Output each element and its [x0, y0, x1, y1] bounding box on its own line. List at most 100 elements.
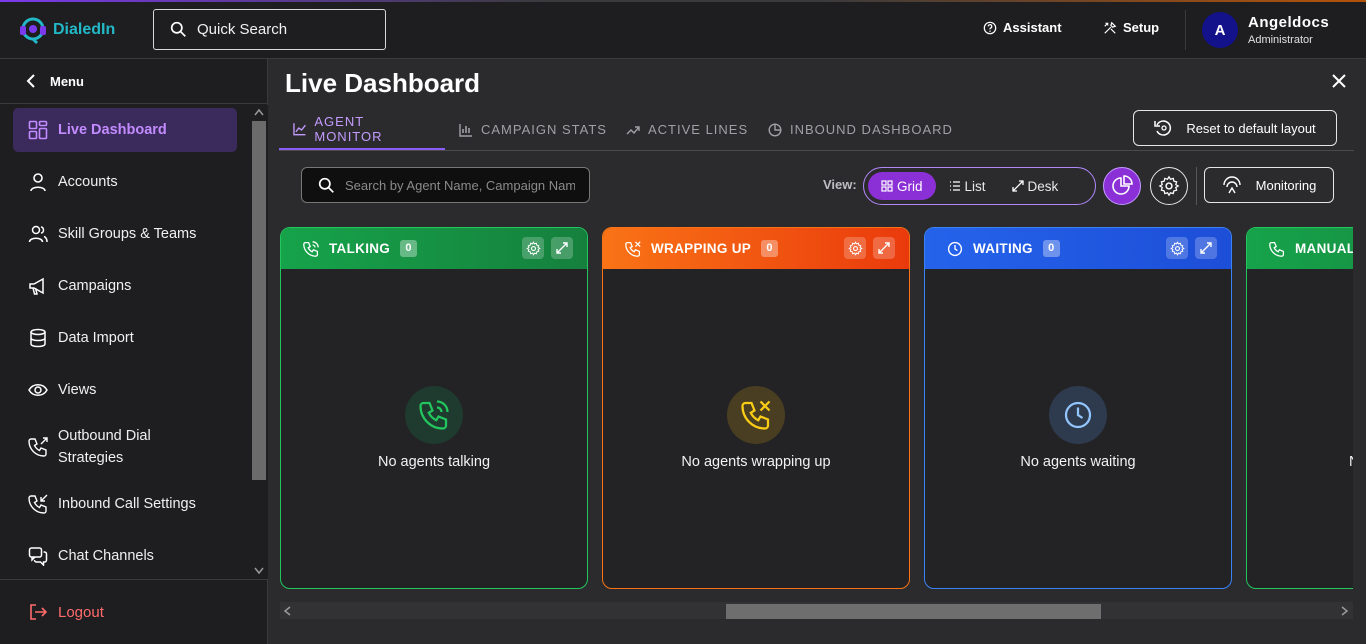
trend-icon — [626, 125, 640, 134]
phone-off-icon — [741, 400, 771, 430]
card-expand-button[interactable] — [551, 237, 573, 259]
grid-icon — [881, 180, 893, 192]
phone-outgoing-icon — [28, 437, 48, 457]
tab-inbound-dashboard[interactable]: INBOUND DASHBOARD — [754, 109, 967, 150]
tab-label: ACTIVE LINES — [648, 122, 749, 137]
search-icon — [170, 21, 186, 37]
sidebar-item-data-import[interactable]: Data Import — [13, 316, 237, 360]
card-expand-button[interactable] — [873, 237, 895, 259]
phone-off-icon — [625, 240, 641, 257]
gear-icon — [1169, 240, 1185, 256]
phone-icon — [419, 400, 449, 430]
count-badge: 0 — [400, 240, 418, 257]
menu-label: Menu — [50, 73, 84, 89]
dashboard-settings-button[interactable] — [1150, 167, 1188, 205]
view-list-button[interactable]: List — [936, 172, 999, 200]
sidebar-item-label: Chat Channels — [58, 548, 154, 564]
bar-chart-icon — [459, 123, 472, 137]
monitoring-button[interactable]: Monitoring — [1204, 167, 1334, 203]
view-option-label: Desk — [1027, 178, 1059, 194]
card-title: MANUAL — [1295, 241, 1353, 256]
search-icon — [318, 177, 334, 193]
scroll-right-icon[interactable] — [1341, 606, 1349, 616]
tab-label: AGENT MONITOR — [314, 113, 383, 144]
reset-layout-button[interactable]: Reset to default layout — [1133, 110, 1337, 146]
scroll-up-icon[interactable] — [254, 108, 264, 116]
manual-card: MANUAL N — [1246, 227, 1353, 589]
sidebar-item-outbound-dial-strategies[interactable]: Outbound Dial Strategies — [13, 420, 237, 474]
main-panel: Live Dashboard AGENT MONITOR CAMPAIGN ST… — [269, 60, 1366, 644]
quick-search[interactable]: Quick Search — [153, 9, 386, 50]
empty-state-icon — [1049, 386, 1107, 444]
sidebar-item-views[interactable]: Views — [13, 368, 237, 412]
tab-label: CAMPAIGN STATS — [481, 122, 607, 137]
sidebar-item-live-dashboard[interactable]: Live Dashboard — [13, 108, 237, 152]
status-cards: TALKING 0 No agents talking WRAPPING UP … — [280, 227, 1353, 590]
scroll-left-icon[interactable] — [283, 606, 291, 616]
agent-search[interactable] — [301, 167, 590, 203]
logout-icon — [30, 604, 48, 620]
sidebar-scroll-thumb[interactable] — [252, 121, 266, 480]
sidebar-nav: Live Dashboard Accounts Skill Groups & T… — [0, 105, 250, 580]
agent-search-input[interactable] — [345, 177, 575, 193]
tab-agent-monitor[interactable]: AGENT MONITOR — [279, 109, 445, 150]
eye-icon — [28, 384, 48, 396]
card-settings-button[interactable] — [522, 237, 544, 259]
sidebar-item-label: Inbound Call Settings — [58, 496, 196, 512]
maximize-icon — [1200, 242, 1212, 254]
setup-label: Setup — [1123, 20, 1160, 35]
user-name: Angeldocs — [1248, 14, 1330, 31]
menu-toggle[interactable]: Menu — [0, 59, 267, 104]
empty-state: N — [1247, 386, 1353, 470]
sidebar-item-label: Campaigns — [58, 278, 132, 294]
setup-button[interactable]: Setup — [1103, 20, 1159, 35]
empty-state: No agents waiting — [925, 386, 1231, 470]
avatar: A — [1202, 12, 1238, 48]
sidebar-item-inbound-call-settings[interactable]: Inbound Call Settings — [13, 482, 237, 526]
card-settings-button[interactable] — [844, 237, 866, 259]
sidebar-scrollbar[interactable] — [250, 105, 268, 580]
tab-active-lines[interactable]: ACTIVE LINES — [612, 109, 762, 150]
sidebar-item-chat-channels[interactable]: Chat Channels — [13, 534, 237, 578]
chart-view-button[interactable] — [1103, 167, 1141, 205]
phone-incoming-icon — [28, 494, 48, 514]
assistant-button[interactable]: Assistant — [983, 20, 1062, 35]
monitoring-label: Monitoring — [1255, 177, 1317, 193]
sidebar-item-skill-groups[interactable]: Skill Groups & Teams — [13, 212, 237, 256]
sidebar-item-accounts[interactable]: Accounts — [13, 160, 237, 204]
pie-chart-icon — [768, 122, 782, 137]
empty-state-icon — [405, 386, 463, 444]
view-label: View: — [823, 177, 857, 192]
reset-layout-label: Reset to default layout — [1186, 120, 1316, 136]
sidebar: Menu Live Dashboard Accounts Skill Group… — [0, 59, 268, 644]
wrapping-up-card: WRAPPING UP 0 No agents wrapping up — [602, 227, 910, 589]
card-title: WRAPPING UP — [651, 241, 752, 256]
tab-campaign-stats[interactable]: CAMPAIGN STATS — [445, 109, 621, 150]
empty-state-text: N — [1349, 454, 1353, 470]
logout-button[interactable]: Logout — [0, 579, 268, 644]
sidebar-item-label: Live Dashboard — [58, 122, 167, 138]
clock-icon — [947, 241, 963, 256]
cards-horizontal-scrollbar[interactable] — [280, 602, 1353, 619]
app-logo[interactable]: DialedIn — [17, 14, 115, 46]
top-accent-line — [0, 0, 1366, 2]
sidebar-item-campaigns[interactable]: Campaigns — [13, 264, 237, 308]
view-desk-button[interactable]: Desk — [999, 172, 1072, 200]
view-toggle: Grid List Desk — [863, 167, 1096, 205]
user-menu[interactable]: A Angeldocs Administrator — [1185, 10, 1329, 50]
clock-icon — [1064, 401, 1092, 429]
scroll-down-icon[interactable] — [254, 567, 264, 575]
database-icon — [30, 328, 46, 348]
view-grid-button[interactable]: Grid — [868, 172, 936, 200]
gear-icon — [1158, 175, 1180, 197]
card-expand-button[interactable] — [1195, 237, 1217, 259]
card-settings-button[interactable] — [1166, 237, 1188, 259]
close-icon[interactable] — [1332, 74, 1346, 88]
count-badge: 0 — [761, 240, 779, 257]
empty-state-text: No agents wrapping up — [681, 454, 831, 470]
cards-scroll-thumb[interactable] — [726, 604, 1101, 619]
tab-label: INBOUND DASHBOARD — [790, 122, 953, 137]
chat-icon — [28, 547, 48, 566]
users-icon — [28, 225, 48, 243]
card-tools — [522, 237, 573, 259]
